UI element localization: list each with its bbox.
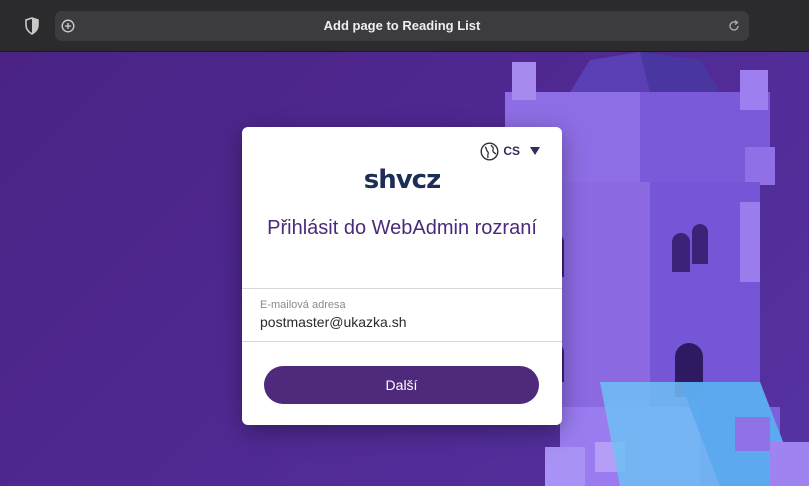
- brand-logo: shvcz: [363, 165, 441, 195]
- email-label: E-mailová adresa: [260, 299, 346, 311]
- divider-bottom: [242, 341, 562, 342]
- language-code: CS: [503, 144, 520, 158]
- divider-top: [242, 288, 562, 289]
- page-background: CS shvcz Přihlásit do WebAdmin rozraní E…: [0, 52, 809, 486]
- address-bar-text: Add page to Reading List: [323, 18, 481, 33]
- shield-icon[interactable]: [24, 17, 40, 35]
- reload-icon[interactable]: [727, 19, 741, 33]
- next-button[interactable]: Další: [264, 366, 539, 404]
- globe-icon: [480, 141, 499, 161]
- address-bar[interactable]: Add page to Reading List: [55, 11, 749, 41]
- browser-toolbar: Add page to Reading List: [0, 0, 809, 52]
- chevron-down-icon: [530, 147, 540, 155]
- language-selector[interactable]: CS: [480, 141, 540, 161]
- page-title: Přihlásit do WebAdmin rozraní: [267, 217, 537, 239]
- login-card: CS shvcz Přihlásit do WebAdmin rozraní E…: [242, 127, 562, 425]
- email-field[interactable]: [260, 314, 540, 330]
